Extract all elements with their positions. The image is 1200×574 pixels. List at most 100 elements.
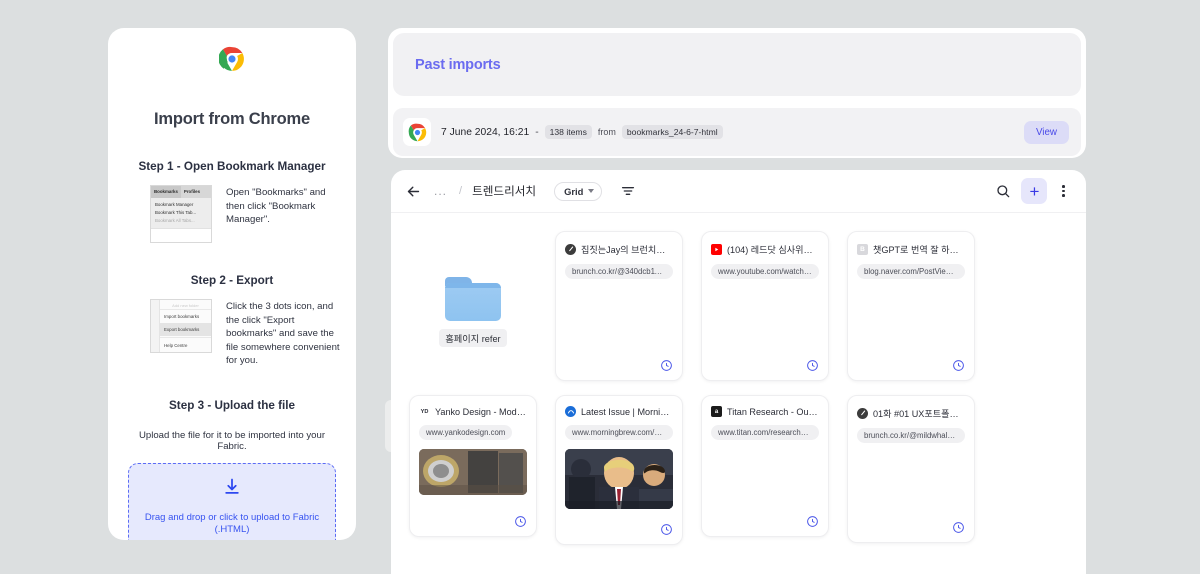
grid-row: YD Yanko Design - Modern I... www.yankod… <box>409 395 1068 545</box>
card-footer <box>419 515 527 528</box>
screenshot-menu: Add new folder Import bookmarks Export b… <box>160 300 211 352</box>
brunch-icon <box>565 243 576 255</box>
card-title: Yanko Design - Modern I... <box>435 406 527 417</box>
card-url: brunch.co.kr/@340dcb1167814d7 <box>565 264 673 279</box>
card-url: www.titan.com/research?ref=ca... <box>711 425 819 440</box>
app-root: Import from Chrome Step 1 - Open Bookmar… <box>0 0 1200 574</box>
chrome-logo-icon <box>219 46 245 72</box>
past-import-row[interactable]: 7 June 2024, 16:21 - 138 items from book… <box>393 108 1081 156</box>
card-title: (104) 레드닷 심사위원이 알려... <box>727 245 819 255</box>
youtube-icon <box>711 243 722 255</box>
screenshot-divider <box>160 337 211 338</box>
folder-label: 홈페이지 refer <box>439 329 507 347</box>
import-from-chrome-panel: Import from Chrome Step 1 - Open Bookmar… <box>108 28 356 540</box>
past-imports-title: Past imports <box>415 56 501 73</box>
bookmark-card[interactable]: B 챗GPT로 번역 잘 하는 방법! ... blog.naver.com/P… <box>847 231 975 381</box>
card-url: www.morningbrew.com/daily/iss... <box>565 425 673 440</box>
step-3-heading: Step 3 - Upload the file <box>169 398 295 412</box>
restore-icon[interactable] <box>806 515 819 528</box>
card-title: 챗GPT로 번역 잘 하는 방법! ... <box>873 245 965 255</box>
import-row-meta: 7 June 2024, 16:21 - 138 items from book… <box>441 125 1014 139</box>
past-imports-header: Past imports <box>393 33 1081 96</box>
card-url: www.youtube.com/watch?v=ltIQ... <box>711 264 819 279</box>
filter-icon[interactable] <box>620 183 636 199</box>
past-imports-card: Past imports 7 June 2024, 16:21 - 138 it… <box>388 28 1086 158</box>
card-header: Latest Issue | Morning Br... <box>565 406 673 417</box>
breadcrumb-ellipsis[interactable]: ... <box>432 184 449 198</box>
breadcrumb-current[interactable]: 트렌드리서치 <box>472 183 536 199</box>
explorer-grid: 홈페이지 refer 집짓는Jay의 브런치스토리 brunch.co.kr/@… <box>391 213 1086 545</box>
screenshot-tab-bookmarks: Bookmarks <box>151 186 181 198</box>
card-footer <box>711 515 819 528</box>
restore-icon[interactable] <box>952 521 965 534</box>
folder-item[interactable]: 홈페이지 refer <box>409 231 537 381</box>
card-url: www.yankodesign.com <box>419 425 513 440</box>
brunch-icon <box>857 407 868 419</box>
screenshot-footer <box>151 228 211 241</box>
breadcrumb-separator: / <box>459 185 463 197</box>
step-3-note: Upload the file for it to be imported in… <box>138 429 326 452</box>
bookmark-card[interactable]: Latest Issue | Morning Br... www.morning… <box>555 395 683 545</box>
card-header: YD Yanko Design - Modern I... <box>419 406 527 417</box>
arrow-left-icon[interactable] <box>405 183 422 200</box>
card-title: Titan Research - Our thin... <box>727 406 819 417</box>
chrome-logo-wrapper <box>124 46 340 72</box>
bookmark-card[interactable]: (104) 레드닷 심사위원이 알려... www.youtube.com/wa… <box>701 231 829 381</box>
page-title: Import from Chrome <box>154 110 310 128</box>
bookmark-card[interactable]: YD Yanko Design - Modern I... www.yankod… <box>409 395 537 537</box>
naver-blog-icon: B <box>857 243 868 255</box>
import-dash: - <box>535 126 539 138</box>
yanko-icon: YD <box>420 408 429 415</box>
card-footer <box>857 359 965 372</box>
restore-icon[interactable] <box>660 359 673 372</box>
restore-icon[interactable] <box>952 359 965 372</box>
card-footer <box>565 359 673 372</box>
card-footer <box>565 523 673 536</box>
file-upload-dropzone[interactable]: Drag and drop or click to upload to Fabr… <box>128 462 336 540</box>
kebab-menu-icon[interactable] <box>1057 182 1070 200</box>
chevron-down-icon <box>588 189 595 193</box>
step-2-heading: Step 2 - Export <box>190 274 274 287</box>
card-header: 01화 #01 UX포트폴리오 뭘 ... <box>857 406 965 420</box>
screenshot-line-1: Bookmark Manager <box>155 202 194 207</box>
card-header: (104) 레드닷 심사위원이 알려... <box>711 242 819 256</box>
screenshot-item-help: Help Centre <box>164 343 188 348</box>
import-items-chip: 138 items <box>544 125 592 139</box>
restore-icon[interactable] <box>514 515 527 528</box>
screenshot-tabs: Bookmarks Profiles <box>151 186 211 198</box>
import-date: 7 June 2024, 16:21 <box>441 126 530 138</box>
titan-icon: a <box>711 406 722 417</box>
card-header: a Titan Research - Our thin... <box>711 406 819 417</box>
folder-icon <box>445 277 501 321</box>
screenshot-tab-profiles: Profiles <box>183 189 201 194</box>
view-mode-label: Grid <box>564 185 584 197</box>
bookmark-card[interactable]: 01화 #01 UX포트폴리오 뭘 ... brunch.co.kr/@mild… <box>847 395 975 543</box>
card-url: blog.naver.com/PostView.naver?... <box>857 264 965 279</box>
bookmark-card[interactable]: a Titan Research - Our thin... www.titan… <box>701 395 829 537</box>
screenshot-item-export: Export bookmarks <box>160 323 211 336</box>
export-menu-screenshot: Add new folder Import bookmarks Export b… <box>150 299 212 353</box>
import-from-label: from <box>597 127 616 137</box>
import-file-chip: bookmarks_24-6-7-html <box>621 125 723 139</box>
restore-icon[interactable] <box>806 359 819 372</box>
screenshot-rail <box>151 300 160 352</box>
restore-icon[interactable] <box>660 523 673 536</box>
add-button[interactable]: + <box>1021 178 1048 204</box>
bookmark-card[interactable]: 집짓는Jay의 브런치스토리 brunch.co.kr/@340dcb11678… <box>555 231 683 381</box>
card-title: Latest Issue | Morning Br... <box>581 406 673 417</box>
search-icon[interactable] <box>995 183 1011 199</box>
card-thumbnail <box>565 449 673 509</box>
download-icon <box>222 477 242 502</box>
file-explorer-panel: ... / 트렌드리서치 Grid + 홈페이지 refer 집짓는Jay의 브… <box>391 170 1086 574</box>
step-1-heading: Step 1 - Open Bookmark Manager <box>138 160 326 173</box>
screenshot-menu-body: Bookmark Manager Bookmark This Tab... Bo… <box>151 198 211 228</box>
view-mode-select[interactable]: Grid <box>554 181 603 201</box>
bookmarks-menu-screenshot: Bookmarks Profiles Bookmark Manager Book… <box>150 185 212 243</box>
chrome-logo-icon <box>403 118 431 146</box>
screenshot-item-import: Import bookmarks <box>164 314 200 319</box>
screenshot-line-3: Bookmark All Tabs... <box>155 218 195 223</box>
card-header: 집짓는Jay의 브런치스토리 <box>565 242 673 256</box>
step-2-row: Add new folder Import bookmarks Export b… <box>124 299 340 368</box>
step-1-row: Bookmarks Profiles Bookmark Manager Book… <box>124 185 340 243</box>
view-import-button[interactable]: View <box>1023 120 1069 144</box>
